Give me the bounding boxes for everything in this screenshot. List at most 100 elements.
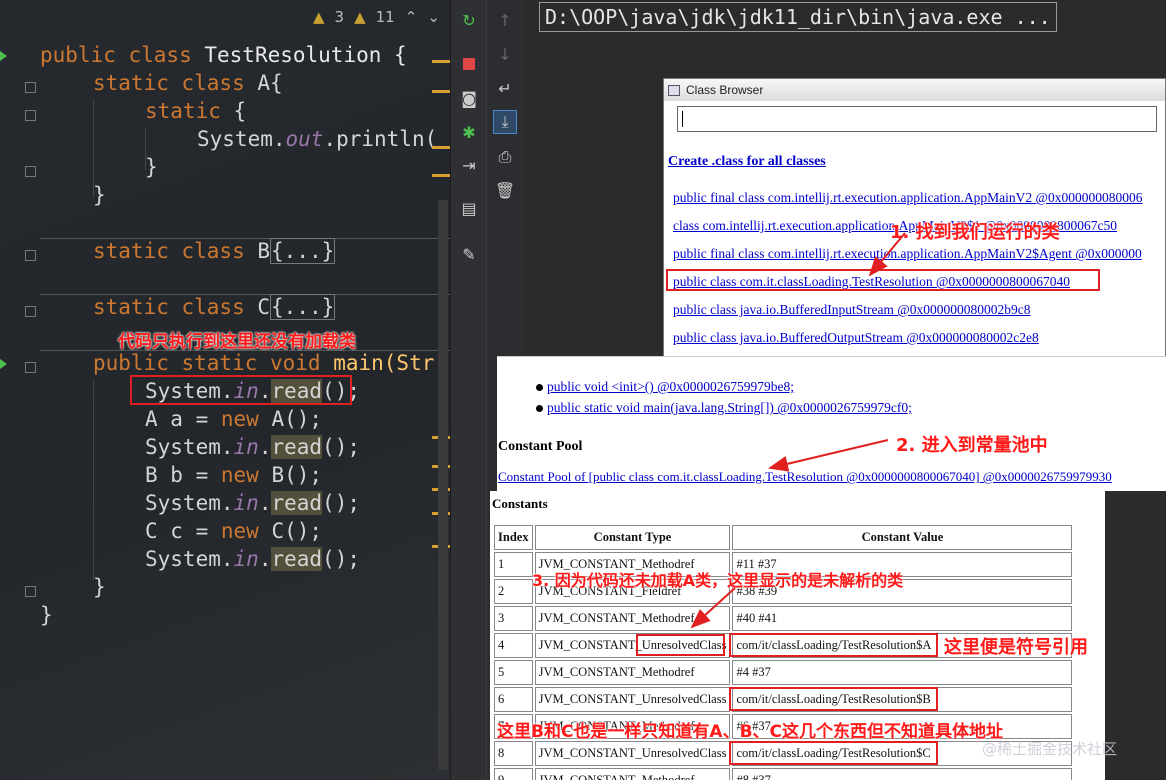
- text-caret: [682, 111, 683, 127]
- column-header: Index: [494, 525, 533, 550]
- code-line-5[interactable]: }: [145, 155, 158, 179]
- class-link[interactable]: public final class com.intellij.rt.execu…: [673, 190, 1142, 206]
- inspection-widget[interactable]: ▲ 3 ▲ 11 ⌃ ⌄: [313, 8, 440, 26]
- chevron-down-icon[interactable]: ⌄: [427, 8, 440, 26]
- constant-value-cell: #4 #37: [732, 660, 1073, 685]
- index-cell: 4: [494, 633, 533, 658]
- highlight-value-a: [729, 633, 938, 657]
- index-cell: 6: [494, 687, 533, 712]
- soft-wrap-icon[interactable]: ↵: [493, 76, 517, 100]
- fold-icon[interactable]: [25, 110, 36, 121]
- editor-scrollbar[interactable]: [438, 200, 448, 770]
- table-row: 3 JVM_CONSTANT_Methodref #40 #41: [494, 606, 1073, 631]
- chevron-up-icon[interactable]: ⌃: [405, 8, 418, 26]
- fold-icon[interactable]: [25, 362, 36, 373]
- pin-icon[interactable]: ✎: [457, 242, 481, 266]
- annotation-code-note: 代码只执行到这里还没有加载类: [118, 332, 356, 352]
- indent-guide: [93, 380, 94, 580]
- column-header: Constant Value: [732, 525, 1073, 550]
- constant-type-cell: JVM_CONSTANT_UnresolvedClass: [534, 687, 731, 712]
- weak-warning-count: 11: [375, 8, 395, 26]
- index-cell: 9: [494, 768, 533, 780]
- constant-type-cell: JVM_CONSTANT_Methodref: [534, 768, 731, 780]
- constant-value-cell: #8 #37: [732, 768, 1073, 780]
- window-title-bar[interactable]: Class Browser: [664, 79, 1165, 101]
- class-link[interactable]: public class java.io.BufferedInputStream…: [673, 302, 1031, 318]
- code-line-12[interactable]: System.in.read();: [145, 435, 360, 459]
- warning-stripe[interactable]: [432, 174, 450, 177]
- warning-stripe[interactable]: [432, 146, 450, 149]
- table-row: 9 JVM_CONSTANT_Methodref #8 #37: [494, 768, 1073, 780]
- code-line-9[interactable]: public static void main(Str: [93, 351, 434, 375]
- code-line-18[interactable]: }: [40, 603, 53, 627]
- warning-stripe[interactable]: [432, 60, 450, 63]
- table-header-row: Index Constant Type Constant Value: [494, 525, 1073, 550]
- login-icon[interactable]: ⇥: [457, 153, 481, 177]
- layout-icon[interactable]: ▤: [457, 196, 481, 220]
- fold-icon[interactable]: [25, 166, 36, 177]
- window-icon: [668, 84, 680, 96]
- run-toolbar: ↻ ◙ ✱ ⇥ ▤ ✎: [450, 0, 486, 780]
- console-command-line: D:\OOP\java\jdk\jdk11_dir\bin\java.exe .…: [539, 2, 1057, 32]
- rerun-icon[interactable]: ↻: [457, 8, 481, 32]
- constant-pool-link[interactable]: Constant Pool of [public class com.it.cl…: [498, 469, 1112, 485]
- constant-value-cell: #40 #41: [732, 606, 1073, 631]
- class-search-input[interactable]: [677, 106, 1157, 132]
- code-line-8[interactable]: static class C{...}: [93, 294, 336, 320]
- annotation-step1: 1. 找到我们运行的类: [890, 222, 1060, 243]
- annotation-symbolic-ref: 这里便是符号引用: [944, 637, 1088, 658]
- highlight-unresolved-class: [636, 634, 725, 656]
- constant-pool-heading: Constant Pool: [498, 439, 583, 454]
- code-line-17[interactable]: }: [93, 575, 106, 599]
- method-link[interactable]: public static void main(java.lang.String…: [547, 400, 912, 416]
- code-line-14[interactable]: System.in.read();: [145, 491, 360, 515]
- column-header: Constant Type: [534, 525, 731, 550]
- code-line-3[interactable]: static {: [145, 99, 246, 123]
- method-link[interactable]: public void <init>() @0x0000026759979be8…: [547, 379, 794, 395]
- create-class-link[interactable]: Create .class for all classes: [668, 154, 826, 170]
- constants-heading: Constants: [492, 496, 548, 511]
- warning-stripe[interactable]: [432, 90, 450, 93]
- fold-icon[interactable]: [25, 586, 36, 597]
- arrow-down-icon[interactable]: ↓: [493, 42, 517, 66]
- bullet-icon: [536, 384, 543, 391]
- index-cell: 2: [494, 579, 533, 604]
- run-main-gutter-icon[interactable]: [0, 359, 7, 369]
- highlight-first-read: [130, 375, 352, 405]
- code-line-15[interactable]: C c = new C();: [145, 519, 322, 543]
- index-cell: 3: [494, 606, 533, 631]
- warning-count: 3: [334, 8, 345, 26]
- code-line-13[interactable]: B b = new B();: [145, 463, 322, 487]
- arrow-up-icon[interactable]: ↑: [493, 8, 517, 32]
- code-line-16[interactable]: System.in.read();: [145, 547, 360, 571]
- expand-fold-icon[interactable]: [25, 250, 36, 261]
- weak-warning-icon: ▲: [354, 8, 366, 26]
- index-cell: 1: [494, 552, 533, 577]
- code-line-6[interactable]: }: [93, 183, 106, 207]
- class-link[interactable]: public class java.io.BufferedOutputStrea…: [673, 330, 1039, 346]
- screenshot-root: ▲ 3 ▲ 11 ⌃ ⌄ public class TestResolution…: [0, 0, 1166, 780]
- code-line-4[interactable]: System.out.println(: [197, 127, 437, 151]
- code-line-2[interactable]: static class A{: [93, 71, 283, 95]
- camera-icon[interactable]: ◙: [457, 86, 481, 110]
- watermark: @稀土掘金技术社区: [982, 740, 1118, 758]
- highlight-value-b: [729, 687, 938, 711]
- print-icon[interactable]: ⎙: [493, 145, 517, 169]
- annotation-bc-note: 这里B和C也是一样只知道有A、B、C这几个东西但不知道具体地址: [497, 722, 1004, 742]
- scroll-to-end-icon[interactable]: ⤓: [493, 110, 517, 134]
- window-title: Class Browser: [686, 83, 764, 97]
- trash-icon[interactable]: 🗑: [493, 178, 517, 202]
- stop-icon[interactable]: [457, 52, 481, 76]
- expand-fold-icon[interactable]: [25, 306, 36, 317]
- table-row: 5 JVM_CONSTANT_Methodref #4 #37: [494, 660, 1073, 685]
- bullet-icon: [536, 405, 543, 412]
- constant-type-cell: JVM_CONSTANT_Methodref: [534, 606, 731, 631]
- debug-icon[interactable]: ✱: [457, 120, 481, 144]
- constant-type-cell: JVM_CONSTANT_UnresolvedClass: [534, 741, 731, 766]
- class-link[interactable]: public final class com.intellij.rt.execu…: [673, 246, 1142, 262]
- code-line-1[interactable]: public class TestResolution {: [40, 43, 407, 67]
- run-gutter-icon[interactable]: [0, 51, 7, 61]
- fold-icon[interactable]: [25, 82, 36, 93]
- code-line-11[interactable]: A a = new A();: [145, 407, 322, 431]
- code-line-7[interactable]: static class B{...}: [93, 238, 336, 264]
